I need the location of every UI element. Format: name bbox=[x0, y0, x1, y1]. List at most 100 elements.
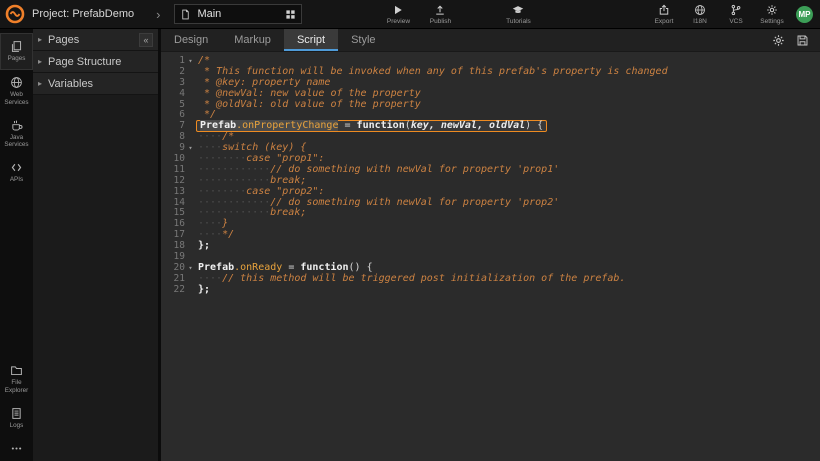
sidebar-section-label: Page Structure bbox=[48, 56, 121, 68]
page-grid-icon[interactable] bbox=[285, 9, 296, 20]
code-lines: 1▾/*2 * This function will be invoked wh… bbox=[161, 56, 820, 296]
tab-script[interactable]: Script bbox=[284, 29, 338, 51]
rail-item-label: File Explorer bbox=[1, 379, 32, 395]
fold-icon[interactable]: ▾ bbox=[185, 143, 196, 154]
gear-icon bbox=[766, 4, 778, 16]
tab-actions bbox=[772, 29, 820, 51]
collapse-panel-button[interactable]: « bbox=[139, 33, 153, 47]
topbar-action-label: Settings bbox=[760, 18, 784, 25]
sidebar-section-variables[interactable]: ▸ Variables bbox=[33, 73, 158, 95]
rail-item-label: Pages bbox=[8, 55, 26, 63]
rail-top-items: Pages Web Services Java Services APIs bbox=[0, 33, 33, 190]
export-icon bbox=[658, 4, 670, 16]
sidebar-section-pages[interactable]: ▸Pages« bbox=[33, 29, 158, 51]
expand-arrow-icon: ▸ bbox=[38, 79, 42, 88]
rail-spacer bbox=[0, 190, 33, 358]
fold-icon bbox=[185, 89, 196, 100]
topbar-action-label: Export bbox=[655, 18, 674, 25]
rail-item-file-explorer[interactable]: File Explorer bbox=[0, 358, 33, 401]
api-icon bbox=[10, 161, 23, 174]
line-number: 22 bbox=[161, 285, 185, 296]
left-icon-rail: Pages Web Services Java Services APIs File … bbox=[0, 29, 33, 461]
rail-item-java-services[interactable]: Java Services bbox=[0, 113, 33, 156]
wavemaker-logo-icon bbox=[5, 4, 25, 24]
current-page-name: Main bbox=[197, 8, 279, 20]
highlighted-code-text: Prefab.onPropertyChange = function(key, … bbox=[196, 120, 547, 132]
fold-icon bbox=[185, 110, 196, 121]
workspace-body: Pages Web Services Java Services APIs File … bbox=[0, 29, 820, 461]
fold-icon bbox=[185, 241, 196, 252]
code-editor[interactable]: 1▾/*2 * This function will be invoked wh… bbox=[161, 52, 820, 461]
sidebar-sections: ▸Pages«▸Page Structure▸Variables bbox=[33, 29, 158, 95]
avatar[interactable]: MP bbox=[796, 6, 813, 23]
code-text: }; bbox=[196, 241, 210, 252]
fold-icon[interactable]: ▾ bbox=[185, 263, 196, 274]
fold-icon bbox=[185, 121, 196, 132]
topbar-action-settings[interactable]: Settings bbox=[756, 4, 788, 25]
tutorials-slot: Tutorials bbox=[502, 4, 534, 25]
code-line[interactable]: 22}; bbox=[161, 285, 820, 296]
expand-arrow-icon: ▸ bbox=[38, 57, 42, 66]
fold-icon bbox=[185, 230, 196, 241]
save-button-icon[interactable] bbox=[796, 34, 809, 47]
rail-item-logs[interactable]: Logs bbox=[0, 401, 33, 436]
doc-lines-icon bbox=[10, 407, 23, 420]
line-number: 4 bbox=[161, 89, 185, 100]
code-line[interactable]: 18}; bbox=[161, 241, 820, 252]
project-title: Project: PrefabDemo bbox=[32, 8, 134, 20]
editor-tabbar: DesignMarkupScriptStyle bbox=[161, 29, 820, 52]
code-text: ····// this method will be triggered pos… bbox=[196, 274, 625, 285]
topbar-action-preview[interactable]: Preview bbox=[382, 4, 414, 25]
breadcrumb-chevron-icon[interactable]: › bbox=[156, 7, 160, 22]
script-settings-gear-icon[interactable] bbox=[772, 34, 785, 47]
rail-item-label: Logs bbox=[10, 422, 24, 430]
tab-markup[interactable]: Markup bbox=[221, 29, 284, 51]
globe-icon bbox=[10, 76, 23, 89]
sidebar-section-label: Variables bbox=[48, 78, 93, 90]
topbar-action-export[interactable]: Export bbox=[648, 4, 680, 25]
fold-icon bbox=[185, 176, 196, 187]
fold-icon bbox=[185, 285, 196, 296]
pages-panel: ▸Pages«▸Page Structure▸Variables bbox=[33, 29, 161, 461]
tab-design[interactable]: Design bbox=[161, 29, 221, 51]
line-number: 13 bbox=[161, 187, 185, 198]
fold-icon bbox=[185, 187, 196, 198]
page-selector-dropdown[interactable]: Main bbox=[174, 4, 302, 24]
fold-icon bbox=[185, 208, 196, 219]
folder-icon bbox=[10, 364, 23, 377]
code-line[interactable]: 15············break; bbox=[161, 208, 820, 219]
rail-item-more[interactable] bbox=[0, 436, 33, 461]
code-line[interactable]: 7Prefab.onPropertyChange = function(key,… bbox=[161, 121, 820, 132]
fold-icon bbox=[185, 132, 196, 143]
cap-icon bbox=[512, 4, 524, 16]
app-window: Project: PrefabDemo › Main Preview Publis… bbox=[0, 0, 820, 461]
rail-item-pages[interactable]: Pages bbox=[0, 33, 33, 70]
fold-icon[interactable]: ▾ bbox=[185, 56, 196, 67]
topbar-action-vcs[interactable]: VCS bbox=[720, 4, 752, 25]
sidebar-section-page-structure[interactable]: ▸ Page Structure bbox=[33, 51, 158, 73]
rail-item-web-services[interactable]: Web Services bbox=[0, 70, 33, 113]
tab-style[interactable]: Style bbox=[338, 29, 388, 51]
tab-list: DesignMarkupScriptStyle bbox=[161, 29, 389, 51]
fold-icon bbox=[185, 198, 196, 209]
rail-item-label: Java Services bbox=[1, 134, 32, 150]
topbar-action-tutorials[interactable]: Tutorials bbox=[502, 4, 534, 25]
page-doc-icon bbox=[180, 9, 191, 20]
fold-icon bbox=[185, 78, 196, 89]
fold-icon bbox=[185, 154, 196, 165]
topbar-action-label: Preview bbox=[387, 18, 410, 25]
center-actions: Preview Publish bbox=[382, 4, 456, 25]
pages-icon bbox=[10, 40, 23, 53]
code-line[interactable]: 17····*/ bbox=[161, 230, 820, 241]
topbar: Project: PrefabDemo › Main Preview Publis… bbox=[0, 0, 820, 29]
branch-icon bbox=[730, 4, 742, 16]
sidebar-section-label: Pages bbox=[48, 34, 79, 46]
code-line[interactable]: 16····} bbox=[161, 219, 820, 230]
rail-item-apis[interactable]: APIs bbox=[0, 155, 33, 190]
code-line[interactable]: 5 * @oldVal: old value of the property bbox=[161, 100, 820, 111]
topbar-action-publish[interactable]: Publish bbox=[424, 4, 456, 25]
right-actions: Export I18NVCS Settings bbox=[648, 4, 788, 25]
code-line[interactable]: 21····// this method will be triggered p… bbox=[161, 274, 820, 285]
topbar-action-label: Tutorials bbox=[506, 18, 531, 25]
topbar-action-i18n[interactable]: I18N bbox=[684, 4, 716, 25]
